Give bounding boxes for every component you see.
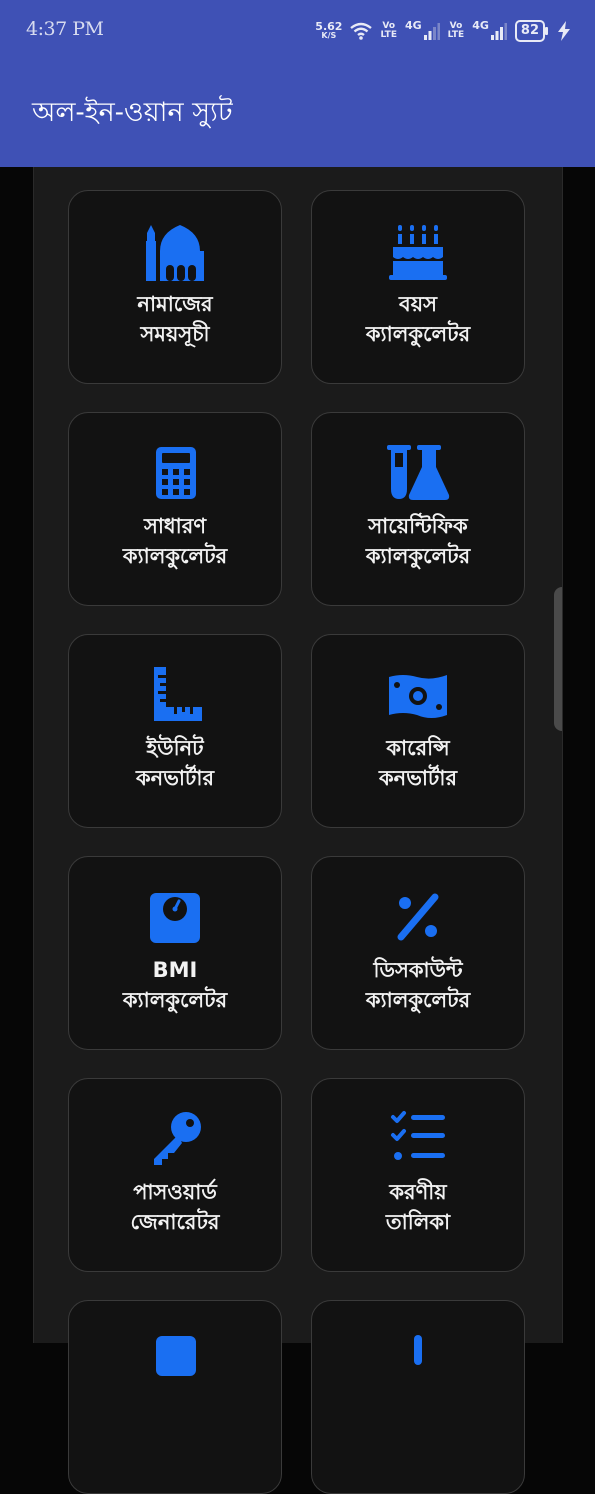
status-bar: 4:37 PM 5.62 K/S Vo LTE 4G Vo LTE 4G 82 (0, 0, 595, 62)
tool-card-password-generator[interactable]: পাসওয়ার্ড জেনারেটর (68, 1078, 282, 1272)
money-bill-icon (389, 675, 447, 718)
tool-label: ডিসকাউন্ট ক্যালকুলেটর (312, 955, 524, 1015)
tool-label-line1: সায়েন্টিফিক (368, 514, 468, 538)
tool-label: সাধারণ ক্যালকুলেটর (69, 511, 281, 571)
tool-label: নামাজের সময়সূচী (69, 289, 281, 349)
tool-label-line1: ইউনিট (146, 736, 204, 760)
tool-label: কারেন্সি কনভার্টার (312, 733, 524, 793)
tool-card-age-calculator[interactable]: বয়স ক্যালকুলেটর (311, 190, 525, 384)
tool-label-line1: বয়স (399, 292, 437, 316)
tool-card-scientific-calculator[interactable]: সায়েন্টিফিক ক্যালকুলেটর (311, 412, 525, 606)
tool-label-line1: করণীয় (389, 1180, 447, 1204)
signal-icon (490, 23, 507, 40)
weight-scale-icon (150, 893, 200, 943)
tool-label-line2: ক্যালকুলেটর (122, 544, 228, 568)
mosque-icon (146, 225, 204, 281)
calculator-icon (156, 447, 196, 499)
ruler-icon (154, 667, 202, 721)
sim2-lte: LTE (447, 30, 465, 40)
sim1-volte: Vo LTE (380, 22, 397, 40)
charging-icon (558, 21, 570, 41)
tool-label-line2: কনভার্টার (378, 766, 458, 790)
tool-card-todo-list[interactable]: করণীয় তালিকা (311, 1078, 525, 1272)
tool-label-line2: ক্যালকুলেটর (365, 322, 471, 346)
percent-icon (397, 893, 439, 941)
tool-label-line2: জেনারেটর (130, 1210, 220, 1234)
sim2-gen: 4G (472, 18, 489, 32)
signal-icon (423, 23, 440, 40)
sim1-gen: 4G (404, 18, 422, 32)
checklist-icon (391, 1111, 445, 1160)
scrollbar-thumb[interactable] (554, 587, 562, 731)
birthday-cake-icon (389, 225, 447, 280)
app-bar: অল-ইন-ওয়ান স্যুট (0, 62, 595, 167)
tool-label-line2: ক্যালকুলেটর (365, 544, 471, 568)
tool-label-line2: ক্যালকুলেটর (122, 988, 228, 1012)
tool-label: সায়েন্টিফিক ক্যালকুলেটর (312, 511, 524, 571)
tool-label-line1: ডিসকাউন্ট (373, 958, 463, 982)
network-speed: 5.62 K/S (315, 20, 343, 40)
network-speed-unit: K/S (321, 31, 337, 40)
status-time: 4:37 PM (26, 18, 104, 40)
sim2-volte: Vo LTE (448, 22, 465, 40)
tool-label-line1: BMI (152, 958, 198, 982)
tool-label-line1: পাসওয়ার্ড (133, 1180, 217, 1204)
tool-card-currency-converter[interactable]: কারেন্সি কনভার্টার (311, 634, 525, 828)
tool-label-line2: ক্যালকুলেটর (365, 988, 471, 1012)
flask-icon (387, 445, 450, 500)
tool-card-partial-left[interactable] (68, 1300, 282, 1494)
key-icon (154, 1112, 201, 1165)
status-icons: 5.62 K/S Vo LTE 4G Vo LTE 4G 82 (315, 16, 571, 46)
tool-label-line2: তালিকা (385, 1210, 451, 1234)
tool-label-line2: সময়সূচী (140, 322, 210, 346)
tool-label-line2: কনভার্টার (135, 766, 215, 790)
wifi-icon (350, 22, 373, 40)
tool-card-discount-calculator[interactable]: ডিসকাউন্ট ক্যালকুলেটর (311, 856, 525, 1050)
tool-label: পাসওয়ার্ড জেনারেটর (69, 1177, 281, 1237)
app-title: অল-ইন-ওয়ান স্যুট (32, 97, 233, 128)
tool-card-general-calculator[interactable]: সাধারণ ক্যালকুলেটর (68, 412, 282, 606)
tool-label: বয়স ক্যালকুলেটর (312, 289, 524, 349)
tool-card-bmi-calculator[interactable]: BMI ক্যালকুলেটর (68, 856, 282, 1050)
tool-card-partial-right[interactable] (311, 1300, 525, 1494)
battery-icon: 82 (514, 20, 549, 42)
tool-label: ইউনিট কনভার্টার (69, 733, 281, 793)
tool-card-prayer-times[interactable]: নামাজের সময়সূচী (68, 190, 282, 384)
network-speed-value: 5.62 (315, 20, 343, 33)
tool-icon (156, 1336, 196, 1376)
tool-icon (414, 1335, 422, 1365)
tool-card-unit-converter[interactable]: ইউনিট কনভার্টার (68, 634, 282, 828)
tool-label-line1: কারেন্সি (386, 736, 450, 760)
tool-label: করণীয় তালিকা (312, 1177, 524, 1237)
tool-label-line1: নামাজের (137, 292, 213, 316)
sim1-lte: LTE (380, 30, 397, 40)
tool-label-line1: সাধারণ (143, 514, 207, 538)
tool-label: BMI ক্যালকুলেটর (69, 955, 281, 1015)
